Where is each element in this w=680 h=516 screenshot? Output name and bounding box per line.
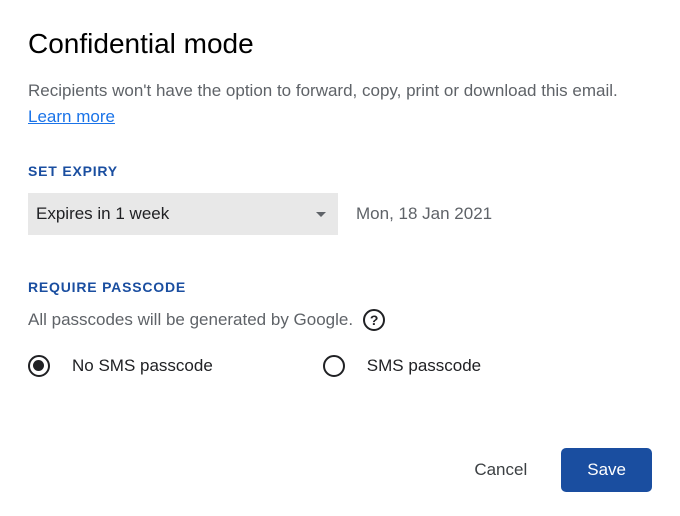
expiry-selected-value: Expires in 1 week	[36, 204, 169, 224]
chevron-down-icon	[316, 212, 326, 217]
learn-more-link[interactable]: Learn more	[28, 107, 115, 126]
expiry-date-text: Mon, 18 Jan 2021	[356, 204, 492, 224]
radio-icon-unselected	[323, 355, 345, 377]
passcode-note-text: All passcodes will be generated by Googl…	[28, 310, 353, 330]
dialog-description: Recipients won't have the option to forw…	[28, 78, 652, 129]
radio-sms-label: SMS passcode	[367, 356, 481, 376]
radio-no-sms-label: No SMS passcode	[72, 356, 213, 376]
save-button[interactable]: Save	[561, 448, 652, 492]
require-passcode-label: REQUIRE PASSCODE	[28, 279, 652, 295]
radio-icon-selected	[28, 355, 50, 377]
passcode-note-row: All passcodes will be generated by Googl…	[28, 309, 652, 331]
radio-sms[interactable]: SMS passcode	[323, 355, 481, 377]
dialog-footer: Cancel Save	[466, 448, 652, 492]
expiry-dropdown[interactable]: Expires in 1 week	[28, 193, 338, 235]
description-text: Recipients won't have the option to forw…	[28, 81, 618, 100]
radio-no-sms[interactable]: No SMS passcode	[28, 355, 213, 377]
expiry-row: Expires in 1 week Mon, 18 Jan 2021	[28, 193, 652, 235]
cancel-button[interactable]: Cancel	[466, 450, 535, 490]
passcode-radio-group: No SMS passcode SMS passcode	[28, 355, 652, 377]
set-expiry-label: SET EXPIRY	[28, 163, 652, 179]
dialog-title: Confidential mode	[28, 28, 652, 60]
help-icon[interactable]: ?	[363, 309, 385, 331]
